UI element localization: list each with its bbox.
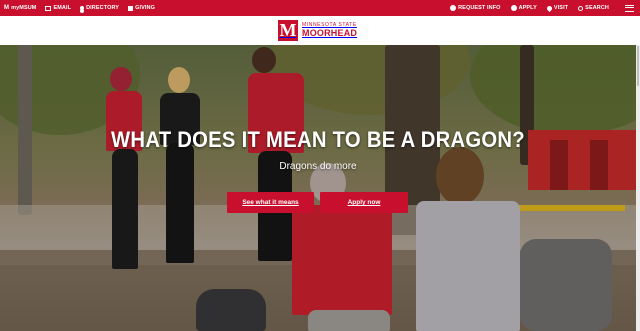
- utility-bar-right: REQUEST INFO APPLY VISIT SEARCH: [450, 4, 636, 12]
- request-info-link[interactable]: REQUEST INFO: [450, 5, 500, 11]
- email-label: EMAIL: [53, 5, 72, 11]
- hero-headline: WHAT DOES IT MEAN TO BE A DRAGON?: [111, 127, 525, 152]
- mymsum-link[interactable]: M myMSUM: [4, 5, 36, 11]
- check-circle-icon: [510, 5, 517, 11]
- envelope-icon: [45, 5, 52, 11]
- request-info-label: REQUEST INFO: [458, 5, 501, 11]
- apply-label: APPLY: [518, 5, 537, 11]
- search-link[interactable]: SEARCH: [578, 5, 609, 11]
- apply-now-button[interactable]: Apply now: [320, 192, 408, 213]
- mymsum-label: myMSUM: [11, 5, 37, 11]
- hero-overlay: [0, 45, 636, 331]
- map-pin-icon: [545, 4, 553, 12]
- gift-icon: [128, 5, 134, 11]
- msum-logo-icon: M: [4, 5, 10, 11]
- visit-link[interactable]: VISIT: [545, 4, 569, 12]
- person-icon: [80, 6, 85, 10]
- apply-link[interactable]: APPLY: [510, 5, 537, 11]
- see-what-it-means-button[interactable]: See what it means: [227, 192, 314, 213]
- scrollbar-track[interactable]: [636, 45, 640, 331]
- directory-label: DIRECTORY: [86, 5, 120, 11]
- hero-banner: WHAT DOES IT MEAN TO BE A DRAGON? Dragon…: [0, 45, 636, 331]
- email-link[interactable]: EMAIL: [45, 5, 71, 11]
- university-logo[interactable]: M MINNESOTA STATE MOORHEAD: [278, 20, 357, 41]
- giving-label: GIVING: [135, 5, 155, 11]
- info-icon: [450, 5, 457, 11]
- logo-bottom-text: MOORHEAD: [302, 28, 358, 38]
- search-label: SEARCH: [585, 5, 609, 11]
- giving-link[interactable]: GIVING: [128, 5, 155, 11]
- logo-mark: M: [278, 20, 298, 41]
- site-header: M MINNESOTA STATE MOORHEAD: [0, 16, 640, 45]
- menu-icon[interactable]: [625, 4, 634, 12]
- utility-bar: M myMSUM EMAIL DIRECTORY GIVING REQUEST …: [0, 0, 640, 16]
- search-icon: [578, 5, 584, 11]
- directory-link[interactable]: DIRECTORY: [80, 5, 119, 11]
- scrollbar-thumb[interactable]: [637, 46, 639, 86]
- utility-bar-left: M myMSUM EMAIL DIRECTORY GIVING: [4, 5, 155, 11]
- visit-label: VISIT: [553, 5, 569, 11]
- hero-subhead: Dragons do more: [279, 161, 357, 172]
- logo-wordmark: MINNESOTA STATE MOORHEAD: [302, 23, 357, 38]
